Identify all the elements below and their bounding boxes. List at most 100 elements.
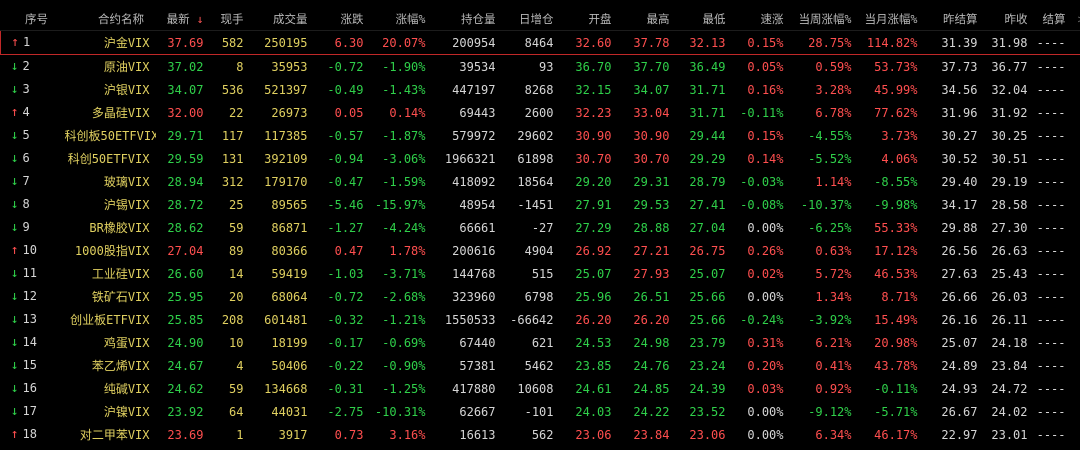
row-index: 1 [23, 35, 31, 49]
cell-change-pct: 20.07% [367, 30, 430, 55]
cell-prev-settle: 31.39 [921, 30, 982, 55]
more-columns-icon[interactable]: >> [1069, 8, 1080, 31]
cell-latest: 25.95 [167, 289, 204, 304]
cell-change-pct: -3.06% [382, 151, 426, 166]
cell-cur-vol: 10 [229, 335, 244, 350]
cell-name: 纯碱VIX [103, 382, 150, 396]
col-header-name[interactable]: 合约名称 [60, 8, 156, 31]
cell-open: 24.61 [575, 381, 612, 396]
cell-empty [1070, 147, 1080, 170]
table-row[interactable]: ↓ 7 玻璃VIX 28.94 312 179170 -0.47 -1.59% 418092 18… [1, 170, 1080, 193]
cell-daily-oi: -66642 [510, 312, 554, 327]
col-header-settle[interactable]: 结算 [1031, 8, 1070, 31]
cell-latest: 37.02 [167, 59, 204, 74]
table-row[interactable]: ↓ 15 苯乙烯VIX 24.67 4 50406 -0.22 -0.90% 57381 5462… [1, 354, 1080, 377]
cell-change-pct: -0.90% [382, 358, 426, 373]
cell-prev-close: 23.01 [991, 427, 1028, 442]
col-header-low[interactable]: 最低 [673, 8, 730, 31]
cell-week-pct: 1.14% [815, 174, 852, 189]
cell-volume: 44031 [271, 404, 308, 419]
cell-speed: -0.03% [740, 174, 784, 189]
cell-change-pct: -0.69% [382, 335, 426, 350]
cell-name: 原油VIX [103, 60, 150, 74]
col-header-open-int[interactable]: 持仓量 [429, 8, 500, 31]
cell-prev-settle: 29.40 [941, 174, 978, 189]
col-header-cur-vol[interactable]: 现手 [207, 8, 248, 31]
cell-open: 36.70 [575, 59, 612, 74]
cell-name: 沪锡VIX [103, 198, 150, 212]
cell-change: -0.49 [327, 82, 364, 97]
cell-low: 23.79 [689, 335, 726, 350]
col-header-prev-settle[interactable]: 昨结算 [921, 8, 982, 31]
table-row[interactable]: ↓ 12 铁矿石VIX 25.95 20 68064 -0.72 -2.68% 323960 67… [1, 285, 1080, 308]
table-row[interactable]: ↓ 14 鸡蛋VIX 24.90 10 18199 -0.17 -0.69% 67440 621 2… [1, 331, 1080, 354]
cell-week-pct: -9.12% [808, 404, 852, 419]
table-row[interactable]: ↓ 11 工业硅VIX 26.60 14 59419 -1.03 -3.71% 144768 51… [1, 262, 1080, 285]
col-header-idx[interactable]: 序号 [0, 8, 61, 31]
table-row[interactable]: ↓ 16 纯碱VIX 24.62 59 134668 -0.31 -1.25% 417880 10… [1, 377, 1080, 400]
cell-cur-vol: 1 [236, 427, 244, 442]
arrow-down-icon: ↓ [10, 381, 19, 396]
table-row[interactable]: ↓ 8 沪锡VIX 28.72 25 89565 -5.46 -15.97% 48954 -145… [1, 193, 1080, 216]
row-index-cell: ↑ 4 [1, 101, 61, 124]
table-row[interactable]: ↓ 3 沪银VIX 34.07 536 521397 -0.49 -1.43% 447197 82… [1, 78, 1080, 101]
table-row[interactable]: ↓ 6 科创50ETFVIX 29.59 131 392109 -0.94 -3.06% 196… [1, 147, 1080, 170]
cell-low: 31.71 [689, 105, 726, 120]
table-row[interactable]: ↓ 5 科创板50ETFVIX 29.71 117 117385 -0.57 -1.87% 57… [1, 124, 1080, 147]
arrow-up-icon: ↑ [11, 35, 19, 50]
cell-open: 29.20 [575, 174, 612, 189]
col-header-daily-oi[interactable]: 日增仓 [499, 8, 558, 31]
col-header-month-pct[interactable]: 当月涨幅% [855, 8, 922, 31]
table-row[interactable]: ↓ 17 沪镍VIX 23.92 64 44031 -2.75 -10.31% 62667 -10… [1, 400, 1080, 423]
cell-cur-vol: 8 [236, 59, 244, 74]
cell-daily-oi: 18564 [517, 174, 554, 189]
table-row[interactable]: ↑ 4 多晶硅VIX 32.00 22 26973 0.05 0.14% 69443 2600 32… [1, 101, 1080, 124]
col-header-week-pct[interactable]: 当周涨幅% [787, 8, 856, 31]
cell-volume: 35953 [271, 59, 308, 74]
cell-change-pct: -4.24% [382, 220, 426, 235]
cell-change-pct: -1.59% [382, 174, 426, 189]
col-header-latest[interactable]: 最新 [155, 8, 208, 31]
arrow-down-icon: ↓ [10, 174, 19, 189]
col-header-high[interactable]: 最高 [615, 8, 674, 31]
cell-settle: ---- [1036, 128, 1066, 143]
cell-change-pct: 3.16% [389, 427, 426, 442]
cell-latest: 34.07 [167, 82, 204, 97]
col-header-prev-close[interactable]: 昨收 [981, 8, 1032, 31]
arrow-down-icon: ↓ [10, 197, 19, 212]
col-header-change[interactable]: 涨跌 [311, 8, 368, 31]
cell-cur-vol: 64 [229, 404, 244, 419]
cell-cur-vol: 59 [229, 220, 244, 235]
cell-open-int: 66661 [459, 220, 496, 235]
col-header-speed[interactable]: 速涨 [729, 8, 788, 31]
table-row[interactable]: ↓ 2 原油VIX 37.02 8 35953 -0.72 -1.90% 39534 93 36.7… [1, 55, 1080, 79]
table-row[interactable]: ↓ 13 创业板ETFVIX 25.85 208 601481 -0.32 -1.21% 155… [1, 308, 1080, 331]
cell-daily-oi: 8464 [499, 30, 558, 55]
cell-week-pct: -5.52% [808, 151, 852, 166]
table-row[interactable]: ↑ 10 1000股指VIX 27.04 89 80366 0.47 1.78% 200616 4… [1, 239, 1080, 262]
cell-volume: 392109 [264, 151, 308, 166]
row-index: 2 [22, 59, 30, 73]
cell-settle: ---- [1036, 174, 1066, 189]
cell-open: 23.06 [575, 427, 612, 442]
col-header-change-pct[interactable]: 涨幅% [367, 8, 430, 31]
cell-change-pct: -1.87% [382, 128, 426, 143]
table-row[interactable]: ↓ 9 BR橡胶VIX 28.62 59 86871 -1.27 -4.24% 66661 -27… [1, 216, 1080, 239]
cell-week-pct: 6.78% [815, 105, 852, 120]
table-row[interactable]: ↑ 18 对二甲苯VIX 23.69 1 3917 0.73 3.16% 16613 562 23.… [1, 423, 1080, 446]
col-header-open[interactable]: 开盘 [557, 8, 616, 31]
cell-volume: 117385 [264, 128, 308, 143]
cell-change-pct: -1.25% [382, 381, 426, 396]
cell-daily-oi: 29602 [517, 128, 554, 143]
cell-name: 沪银VIX [103, 83, 150, 97]
cell-change: -1.03 [327, 266, 364, 281]
cell-empty [1070, 170, 1080, 193]
col-header-volume[interactable]: 成交量 [247, 8, 312, 31]
cell-name: 科创50ETFVIX [67, 152, 150, 166]
cell-daily-oi: -27 [531, 220, 554, 235]
cell-open: 30.90 [575, 128, 612, 143]
cell-daily-oi: 6798 [524, 289, 554, 304]
cell-change: 0.05 [334, 105, 364, 120]
table-row[interactable]: ↑ 1 沪金VIX 37.69 582 250195 6.30 20.07% 200954 846… [0, 30, 1080, 55]
cell-low: 29.44 [689, 128, 726, 143]
